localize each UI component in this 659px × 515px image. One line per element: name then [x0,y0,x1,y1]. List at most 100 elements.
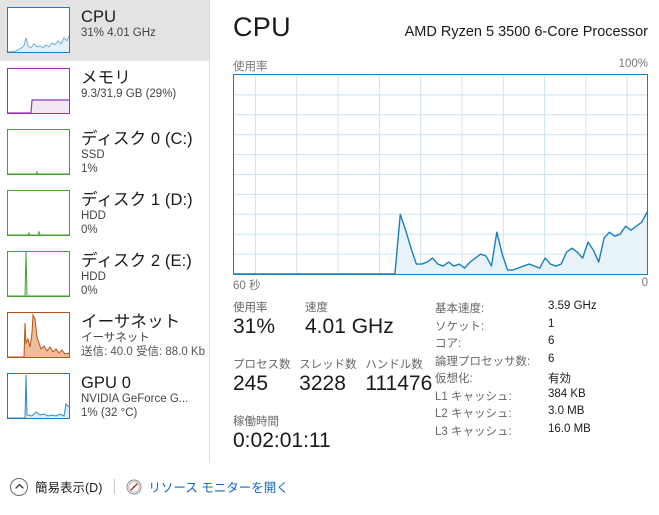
sidebar-item-gpu0-sub1: NVIDIA GeForce G... [81,393,189,406]
spec-value: 3.59 GHz [548,300,597,312]
spec-key: L2 キャッシュ: [435,408,512,420]
stat-group-uptime: 稼働時間 0:02:01:11 [233,413,443,454]
processes-label: プロセス数 [233,359,291,371]
spec-value: 6 [548,335,555,347]
chart-y-axis-max: 100% [618,58,648,70]
spec-row: 基本速度: 3.59 GHz [435,300,650,318]
sidebar-item-disk1[interactable]: ディスク 1 (D:) HDD 0% [0,183,209,244]
open-resource-monitor-link[interactable]: リソース モニターを開く [126,477,289,496]
disk2-thumbnail-graph [7,251,70,297]
stat-group-utilization: 使用率 速度 31% 4.01 GHz [233,299,443,340]
sidebar-item-ethernet[interactable]: イーサネット イーサネット 送信: 40.0 受信: 88.0 Kb [0,305,209,366]
task-manager-window: CPU 31% 4.01 GHz メモリ 9.3/31.9 GB (29%) デ… [0,0,659,515]
spec-row: L2 キャッシュ: 3.0 MB [435,405,650,423]
stat-group-processes: プロセス数 スレッド数 ハンドル数 245 3228 111476 [233,356,448,397]
sidebar-item-disk2[interactable]: ディスク 2 (E:) HDD 0% [0,244,209,305]
disk1-thumbnail-graph [7,190,70,236]
sidebar-item-ethernet-title: イーサネット [81,313,181,331]
speed-value: 4.01 GHz [305,315,394,338]
sidebar-item-disk0-sub1: SSD [81,149,105,162]
sidebar-item-disk1-title: ディスク 1 (D:) [81,191,193,209]
spec-key: 論理プロセッサ数: [435,355,531,368]
sidebar-item-disk2-text: ディスク 2 (E:) HDD 0% [81,251,192,298]
sidebar-item-ethernet-text: イーサネット イーサネット 送信: 40.0 受信: 88.0 Kb [81,312,205,359]
speed-label: 速度 [305,302,328,314]
chart-bottom-axis: 60 秒 0 [233,277,648,292]
cpu-spec-list: 基本速度: 3.59 GHz ソケット: 1 コア: 6 論理プロセッサ数: 6… [435,300,650,440]
threads-value: 3228 [299,372,346,395]
resource-sidebar[interactable]: CPU 31% 4.01 GHz メモリ 9.3/31.9 GB (29%) デ… [0,0,210,463]
spec-key: L3 キャッシュ: [435,425,512,438]
chart-x-axis-end: 0 [641,277,648,289]
sidebar-item-gpu0[interactable]: GPU 0 NVIDIA GeForce G... 1% (32 °C) [0,366,209,427]
sidebar-item-gpu0-sub2: 1% (32 °C) [81,407,138,420]
sidebar-item-gpu0-text: GPU 0 NVIDIA GeForce G... 1% (32 °C) [81,373,188,420]
spec-value: 3.0 MB [548,405,585,417]
chart-x-axis-start: 60 秒 [233,280,261,292]
spec-key: L1 キャッシュ: [435,390,512,403]
spec-row: ソケット: 1 [435,318,650,336]
utilization-label: 使用率 [233,302,268,314]
sidebar-item-disk2-sub1: HDD [81,271,106,284]
chart-gridlines [234,75,647,274]
sidebar-item-disk1-text: ディスク 1 (D:) HDD 0% [81,190,193,237]
sidebar-item-disk0-sub2: 1% [81,163,98,176]
fewer-details-label: 簡易表示(D) [35,481,103,495]
memory-thumbnail-graph [7,68,70,114]
chevron-up-icon [10,477,28,496]
spec-row: 仮想化: 有効 [435,370,650,388]
status-bar-content: 簡易表示(D) リソース モニターを開く [10,477,289,496]
sidebar-item-disk0[interactable]: ディスク 0 (C:) SSD 1% [0,122,209,183]
ethernet-thumbnail-graph [7,312,70,358]
spec-row: L1 キャッシュ: 384 KB [435,388,650,406]
spec-row: コア: 6 [435,335,650,353]
spec-key: ソケット: [435,320,485,333]
sidebar-item-disk2-sub2: 0% [81,285,98,298]
sidebar-item-disk0-title: ディスク 0 (C:) [81,130,193,148]
cpu-model-name: AMD Ryzen 5 3500 6-Core Processor [404,24,648,40]
spec-value: 384 KB [548,387,586,400]
spec-key: 基本速度: [435,303,485,315]
sidebar-item-disk2-title: ディスク 2 (E:) [81,252,192,270]
sidebar-item-cpu[interactable]: CPU 31% 4.01 GHz [0,0,209,61]
sidebar-item-memory[interactable]: メモリ 9.3/31.9 GB (29%) [0,61,209,122]
status-bar: 簡易表示(D) リソース モニターを開く [0,463,659,515]
disk0-thumbnail-graph [7,129,70,175]
sidebar-item-cpu-sub1: 31% 4.01 GHz [81,27,156,40]
sidebar-item-ethernet-sub1: イーサネット [81,332,150,345]
page-title: CPU [233,12,291,42]
open-resource-monitor-label: リソース モニターを開く [148,481,289,495]
fewer-details-button[interactable]: 簡易表示(D) [10,477,102,496]
sidebar-item-cpu-title: CPU [81,8,117,26]
sidebar-item-memory-title: メモリ [81,69,131,87]
status-bar-divider [114,479,116,494]
sidebar-item-gpu0-title: GPU 0 [81,374,132,392]
cpu-utilization-chart-svg [234,75,647,274]
spec-key: コア: [435,338,462,350]
cpu-thumbnail-graph [7,7,70,53]
sidebar-item-disk1-sub1: HDD [81,210,106,223]
spec-value: 有効 [548,373,571,385]
cpu-utilization-chart [233,74,648,275]
uptime-value: 0:02:01:11 [233,429,331,452]
spec-value: 1 [548,317,555,330]
spec-value: 16.0 MB [548,422,591,435]
spec-value: 6 [548,352,555,365]
sidebar-item-cpu-text: CPU 31% 4.01 GHz [81,7,156,40]
chart-y-axis-label: 使用率 [233,61,268,73]
sidebar-item-memory-text: メモリ 9.3/31.9 GB (29%) [81,68,176,101]
resource-monitor-icon [126,479,142,495]
spec-row: 論理プロセッサ数: 6 [435,353,650,371]
cpu-header: CPU AMD Ryzen 5 3500 6-Core Processor [233,14,648,52]
gpu0-thumbnail-graph [7,373,70,419]
uptime-label: 稼働時間 [233,416,279,428]
utilization-value: 31% [233,315,276,338]
spec-row: L3 キャッシュ: 16.0 MB [435,423,650,441]
spec-key: 仮想化: [435,373,473,385]
threads-label: スレッド数 [299,359,357,371]
sidebar-item-disk0-text: ディスク 0 (C:) SSD 1% [81,129,193,176]
processes-value: 245 [233,372,269,395]
cpu-detail-pane: CPU AMD Ryzen 5 3500 6-Core Processor 使用… [211,0,659,463]
chart-top-axis: 使用率 100% [233,58,648,73]
sidebar-item-memory-sub1: 9.3/31.9 GB (29%) [81,88,177,101]
